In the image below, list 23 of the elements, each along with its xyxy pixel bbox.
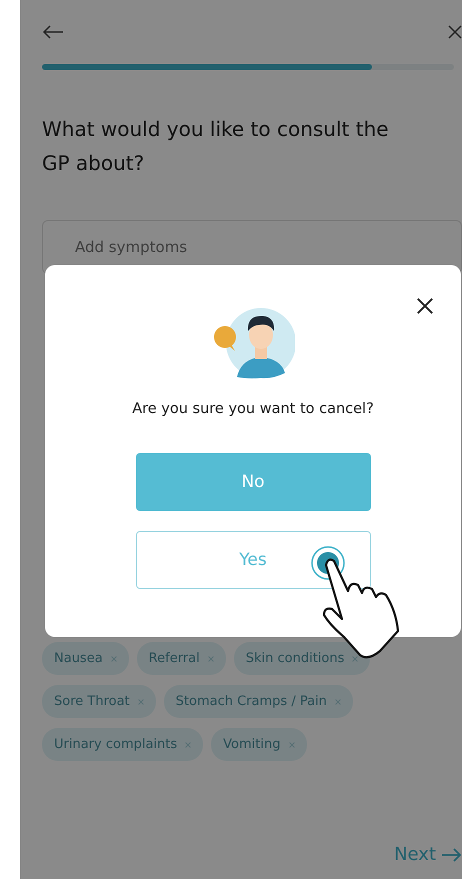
chip-remove-icon bbox=[334, 698, 341, 704]
chip-remove-icon bbox=[288, 742, 294, 748]
symptom-chip[interactable]: Referral bbox=[136, 642, 226, 675]
no-button[interactable]: No bbox=[136, 453, 370, 511]
confirm-message: Are you sure you want to cancel? bbox=[132, 401, 374, 417]
chip-remove-icon bbox=[110, 656, 117, 662]
back-arrow-icon[interactable] bbox=[42, 25, 64, 39]
question-title: What would you like to consult the GP about? bbox=[42, 116, 390, 177]
yes-button[interactable]: Yes bbox=[136, 531, 370, 589]
arrow-right-icon bbox=[442, 848, 462, 862]
chip-remove-icon bbox=[208, 656, 214, 662]
chip-remove-icon bbox=[185, 742, 192, 748]
chip-remove-icon bbox=[352, 656, 358, 662]
close-icon bbox=[416, 297, 434, 315]
next-button[interactable]: Next bbox=[394, 844, 462, 865]
symptom-chip[interactable]: Skin conditions bbox=[234, 642, 370, 675]
symptom-chip[interactable]: Nausea bbox=[42, 642, 129, 675]
symptom-chip[interactable]: Stomach Cramps / Pain bbox=[164, 685, 353, 718]
symptom-chip[interactable]: Sore Throat bbox=[42, 685, 156, 718]
symptom-chip[interactable]: Urinary complaints bbox=[42, 728, 204, 761]
close-icon[interactable] bbox=[448, 25, 462, 39]
symptom-chip[interactable]: Vomiting bbox=[211, 728, 306, 761]
chip-remove-icon bbox=[138, 698, 144, 704]
